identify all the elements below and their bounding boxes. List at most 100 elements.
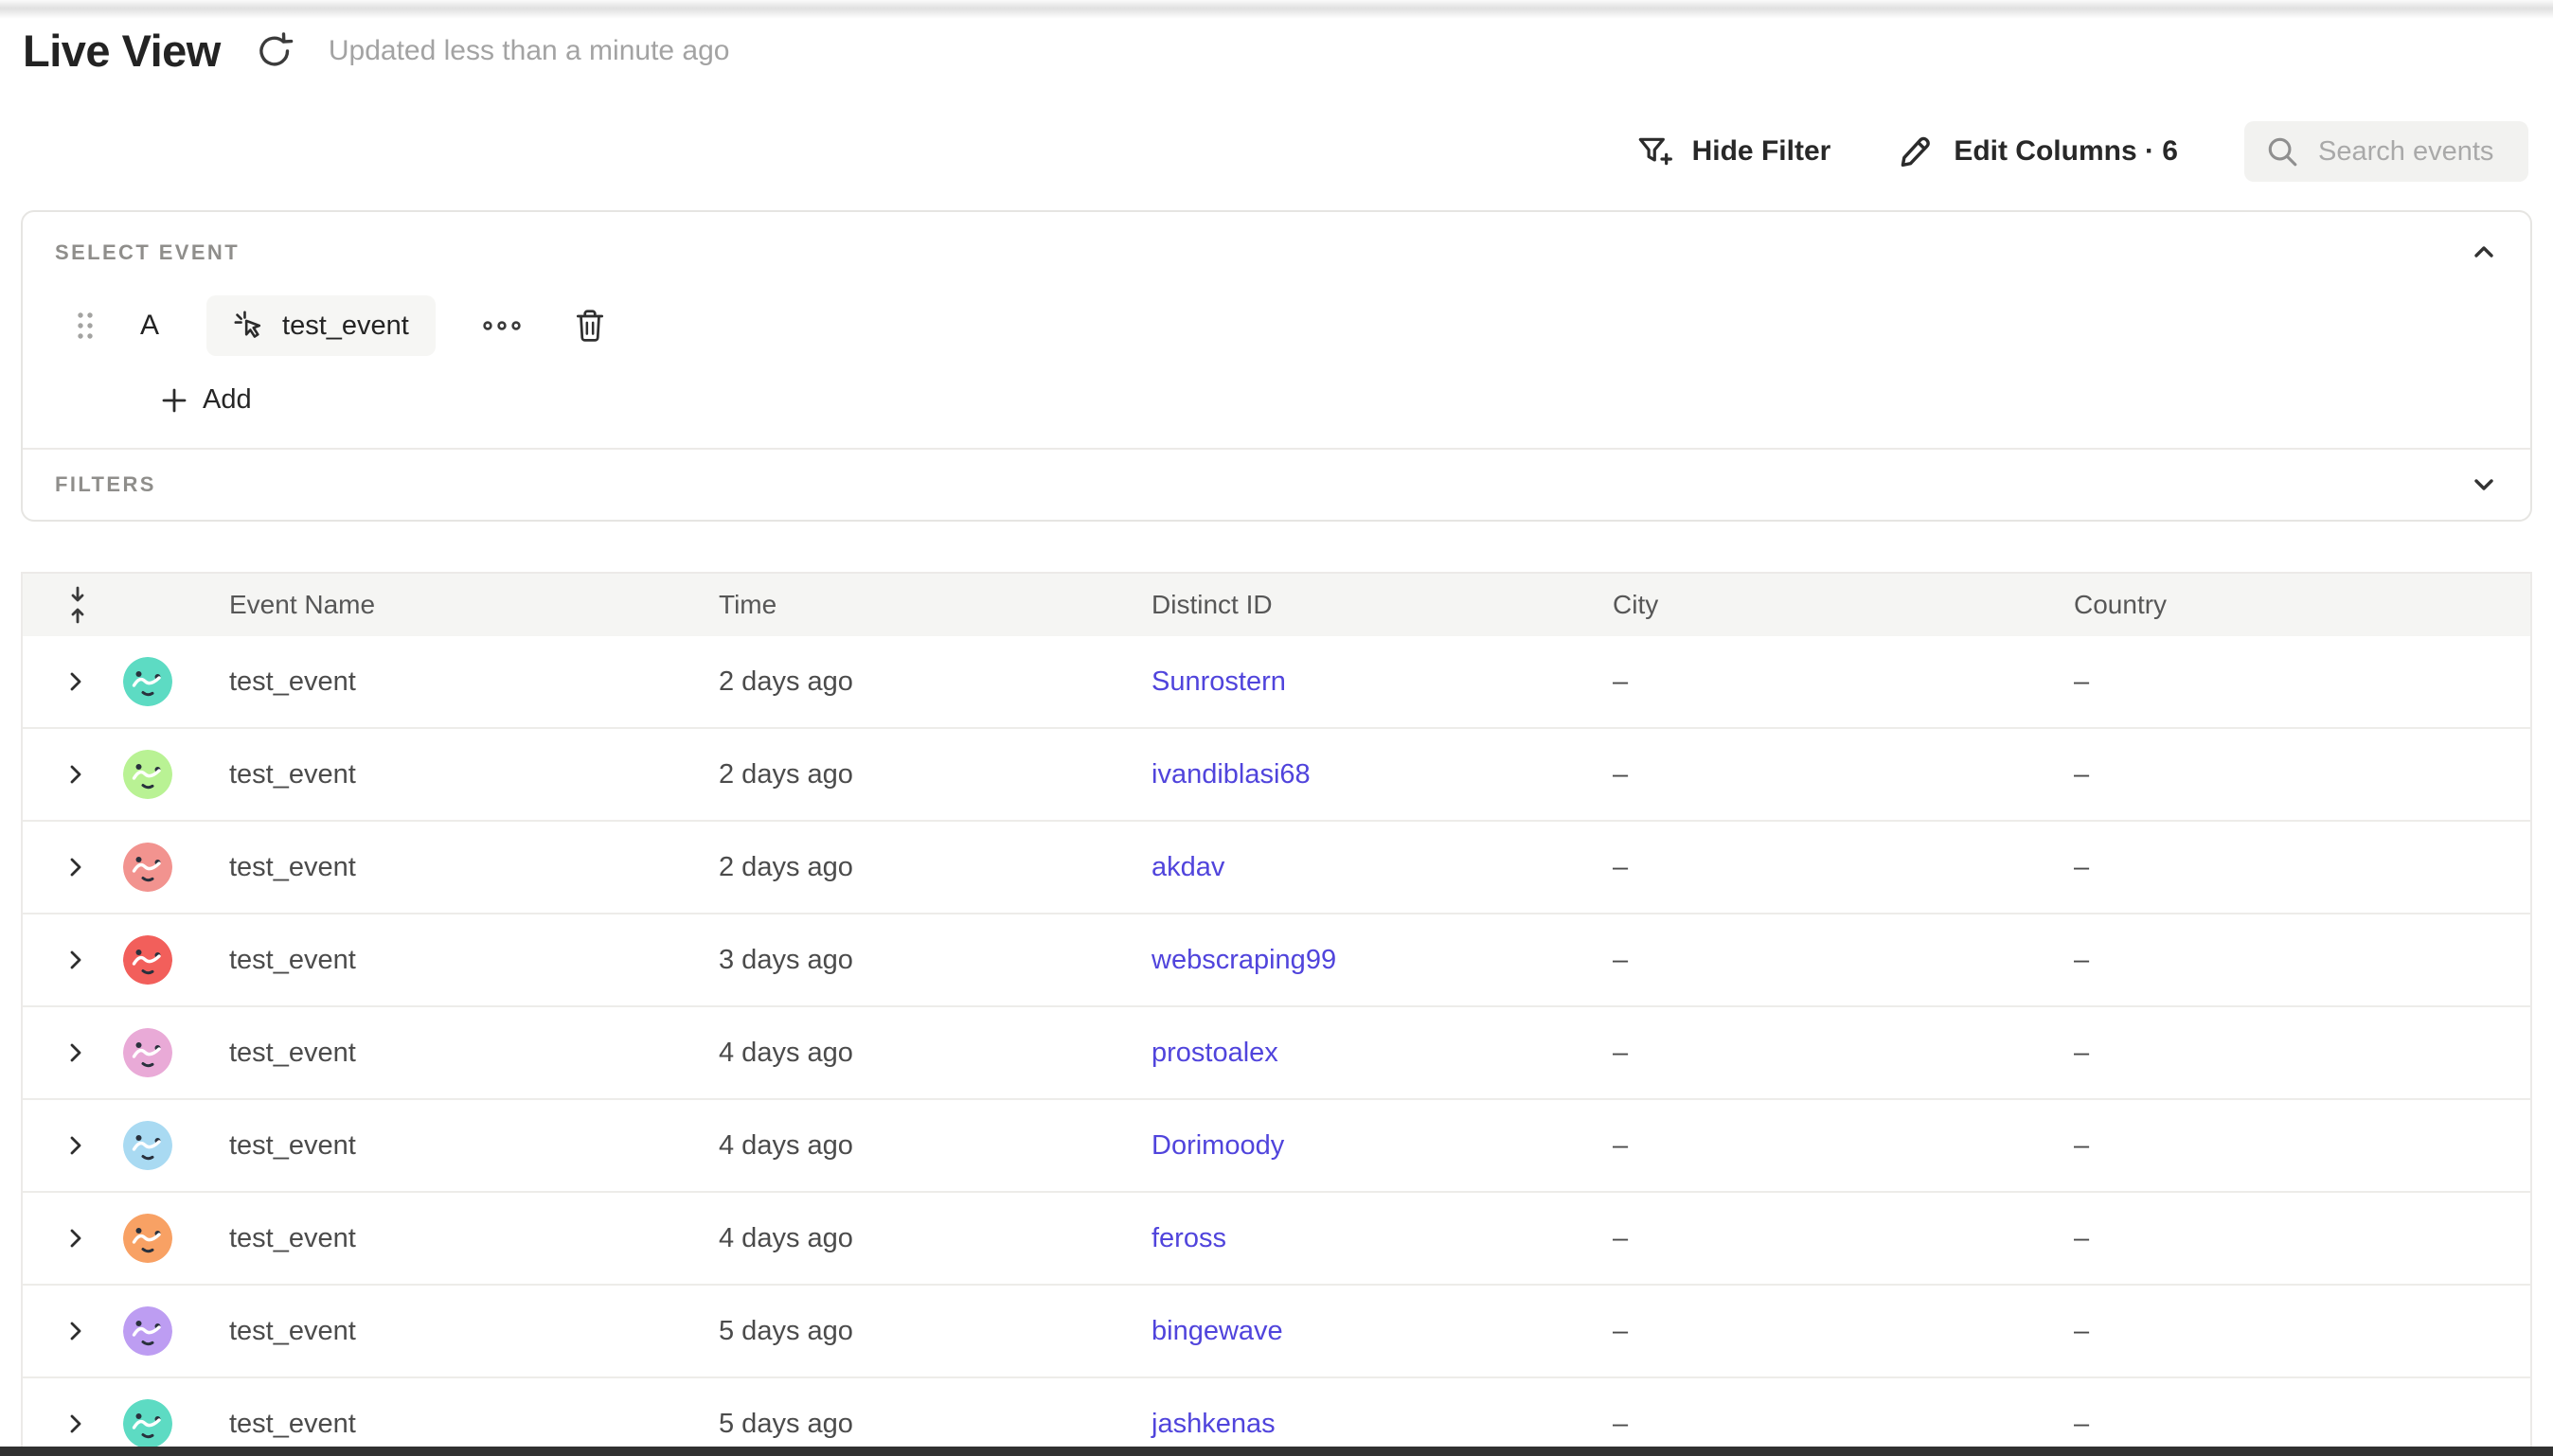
table-body: test_event 2 days ago Sunrostern – – (23, 636, 2530, 1456)
page-header: Live View Updated less than a minute ago (23, 25, 729, 77)
user-avatar (123, 1028, 172, 1077)
user-avatar (123, 657, 172, 706)
row-time: 4 days ago (662, 1130, 1095, 1162)
row-expand-cell (23, 657, 172, 706)
column-header-distinct-id: Distinct ID (1095, 590, 1556, 620)
distinct-id-link[interactable]: akdav (1152, 852, 1224, 882)
add-button-label: Add (203, 384, 252, 416)
more-options-button[interactable] (475, 311, 528, 340)
table-row[interactable]: test_event 4 days ago Dorimoody – – (23, 1098, 2530, 1191)
expand-row-button[interactable] (62, 759, 89, 790)
table-row[interactable]: test_event 4 days ago feross – – (23, 1191, 2530, 1284)
table-row[interactable]: test_event 2 days ago Sunrostern – – (23, 636, 2530, 727)
distinct-id-link[interactable]: Sunrostern (1152, 666, 1286, 697)
distinct-id-link[interactable]: feross (1152, 1223, 1226, 1253)
table-row[interactable]: test_event 5 days ago jashkenas – – (23, 1376, 2530, 1456)
column-header-country: Country (2017, 590, 2530, 620)
distinct-id-link[interactable]: webscraping99 (1152, 945, 1336, 975)
row-expand-cell (23, 935, 172, 985)
row-country: – (2017, 1409, 2530, 1440)
distinct-id-link[interactable]: bingewave (1152, 1316, 1283, 1346)
row-country: – (2017, 852, 2530, 883)
page-title: Live View (23, 25, 221, 77)
top-shadow (0, 0, 2553, 19)
search-icon (2265, 134, 2299, 169)
row-expand-cell (23, 1121, 172, 1170)
expand-row-button[interactable] (62, 852, 89, 882)
toolbar: Hide Filter Edit Columns · 6 (1635, 121, 2528, 182)
collapse-section-button[interactable] (2466, 237, 2502, 267)
drag-handle[interactable] (74, 309, 97, 343)
expand-row-button[interactable] (62, 1409, 89, 1439)
row-city: – (1556, 666, 2017, 698)
edit-columns-button[interactable]: Edit Columns · 6 (1897, 133, 2178, 170)
row-time: 4 days ago (662, 1223, 1095, 1254)
collapse-all-button[interactable] (62, 583, 93, 627)
expand-row-button[interactable] (62, 1130, 89, 1161)
table-row[interactable]: test_event 4 days ago prostoalex – – (23, 1005, 2530, 1098)
row-event-name: test_event (172, 759, 662, 790)
distinct-id-link[interactable]: Dorimoody (1152, 1130, 1284, 1161)
row-event-name: test_event (172, 1130, 662, 1162)
chevron-right-icon (64, 1318, 87, 1344)
expand-row-button[interactable] (62, 945, 89, 975)
column-header-time: Time (662, 590, 1095, 620)
chevron-down-icon (2470, 473, 2498, 496)
query-builder-card: SELECT EVENT A (21, 210, 2532, 522)
row-country: – (2017, 1223, 2530, 1254)
row-country: – (2017, 666, 2530, 698)
row-time: 2 days ago (662, 759, 1095, 790)
table-row[interactable]: test_event 2 days ago akdav – – (23, 820, 2530, 913)
row-city: – (1556, 1409, 2017, 1440)
hide-filter-button[interactable]: Hide Filter (1635, 133, 1831, 170)
search-input[interactable] (2316, 135, 2524, 169)
row-time: 2 days ago (662, 666, 1095, 698)
expand-row-button[interactable] (62, 666, 89, 697)
row-expand-cell (23, 1214, 172, 1263)
table-row[interactable]: test_event 2 days ago ivandiblasi68 – – (23, 727, 2530, 820)
updated-status-text: Updated less than a minute ago (329, 35, 730, 67)
refresh-icon (253, 29, 296, 73)
expand-row-button[interactable] (62, 1223, 89, 1253)
chevron-right-icon (64, 947, 87, 973)
distinct-id-link[interactable]: prostoalex (1152, 1038, 1278, 1068)
row-city: – (1556, 1223, 2017, 1254)
row-event-name: test_event (172, 1223, 662, 1254)
row-time: 2 days ago (662, 852, 1095, 883)
row-event-name: test_event (172, 1316, 662, 1347)
row-event-name: test_event (172, 852, 662, 883)
search-box[interactable] (2244, 121, 2528, 182)
add-event-button[interactable]: Add (161, 384, 252, 416)
expand-row-button[interactable] (62, 1038, 89, 1068)
row-time: 5 days ago (662, 1316, 1095, 1347)
user-avatar (123, 750, 172, 799)
row-city: – (1556, 1038, 2017, 1069)
header-expand-cell (23, 583, 172, 627)
event-chip-label: test_event (282, 311, 409, 342)
row-event-name: test_event (172, 666, 662, 698)
filters-section-toggle[interactable]: FILTERS (23, 448, 2530, 520)
delete-clause-button[interactable] (570, 304, 610, 347)
row-city: – (1556, 1316, 2017, 1347)
refresh-button[interactable] (251, 27, 298, 75)
row-city: – (1556, 1130, 2017, 1162)
collapse-vertical-icon (64, 585, 91, 625)
three-dots-icon (481, 317, 523, 334)
chevron-up-icon (2470, 240, 2498, 263)
row-event-name: test_event (172, 1038, 662, 1069)
row-time: 4 days ago (662, 1038, 1095, 1069)
table-row[interactable]: test_event 3 days ago webscraping99 – – (23, 913, 2530, 1005)
row-expand-cell (23, 1028, 172, 1077)
event-clause-row: A test_event (55, 295, 2498, 356)
chevron-right-icon (64, 1225, 87, 1252)
chevron-right-icon (64, 761, 87, 788)
table-row[interactable]: test_event 5 days ago bingewave – – (23, 1284, 2530, 1376)
distinct-id-link[interactable]: ivandiblasi68 (1152, 759, 1311, 790)
chevron-right-icon (64, 668, 87, 695)
events-table: Event Name Time Distinct ID City Country (21, 572, 2532, 1456)
row-expand-cell (23, 843, 172, 892)
row-event-name: test_event (172, 1409, 662, 1440)
event-select-chip[interactable]: test_event (206, 295, 436, 356)
distinct-id-link[interactable]: jashkenas (1152, 1409, 1276, 1439)
expand-row-button[interactable] (62, 1316, 89, 1346)
